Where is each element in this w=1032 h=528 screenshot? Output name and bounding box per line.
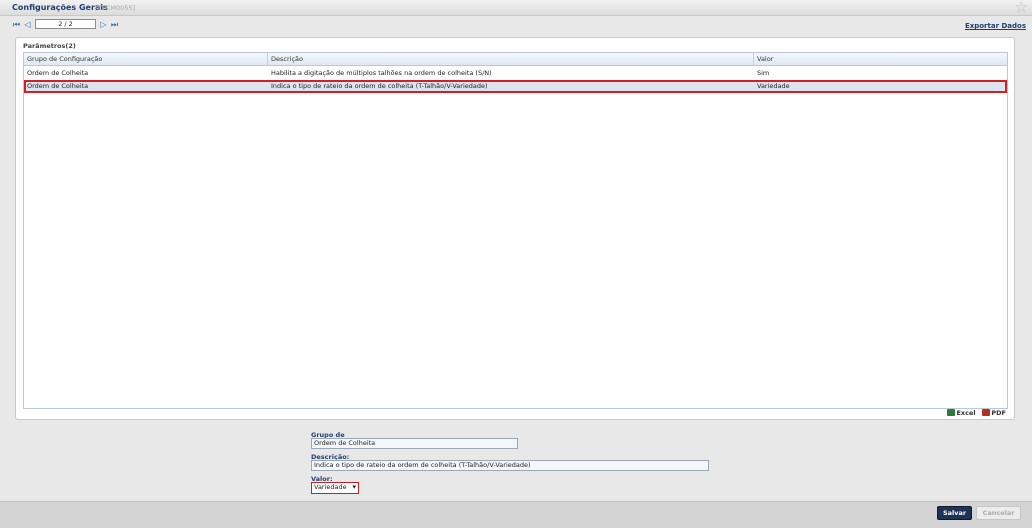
cancel-button[interactable]: Cancelar [976, 506, 1021, 520]
column-header-group[interactable]: Grupo de Configuração [24, 53, 268, 66]
first-page-icon[interactable]: ⏮ [12, 20, 21, 29]
export-data-link[interactable]: Exportar Dados [965, 22, 1026, 30]
column-header-value[interactable]: Valor [754, 53, 1007, 66]
title-bar: Configurações Gerais [CFCM0055] ☆ [0, 0, 1032, 16]
value-select-text: Variedade [314, 483, 347, 491]
action-bar: Salvar Cancelar [0, 501, 1032, 528]
description-field[interactable]: Indica o tipo de rateio da ordem de colh… [311, 460, 709, 471]
star-icon[interactable]: ☆ [1015, 0, 1028, 15]
export-excel-label: Excel [956, 409, 976, 417]
grid-export-links: Excel PDF [947, 409, 1006, 417]
parameters-grid: Grupo de Configuração Descrição Valor Or… [23, 52, 1008, 409]
column-header-description[interactable]: Descrição [268, 53, 754, 66]
record-navigator: ⏮ ◁ ▷ ⏭ [0, 16, 1032, 34]
screen-code: [CFCM0055] [95, 4, 136, 12]
prev-page-icon[interactable]: ◁ [23, 20, 32, 29]
cell-group: Ordem de Colheita [27, 82, 89, 90]
cell-group: Ordem de Colheita [27, 69, 89, 77]
table-row[interactable]: Ordem de Colheita Habilita a digitação d… [24, 67, 1007, 80]
export-pdf-button[interactable]: PDF [982, 409, 1006, 417]
window-title: Configurações Gerais [12, 3, 108, 12]
cell-value: Variedade [757, 82, 790, 90]
table-row-selected[interactable]: Ordem de Colheita Indica o tipo de ratei… [24, 80, 1007, 93]
group-field[interactable]: Ordem de Colheita [311, 438, 518, 449]
excel-icon [947, 409, 956, 416]
cell-value: Sim [757, 69, 770, 77]
cell-description: Habilita a digitação de múltiplos talhõe… [271, 69, 492, 77]
save-button[interactable]: Salvar [937, 506, 972, 520]
parameters-panel: Parâmetros(2) Grupo de Configuração Desc… [15, 37, 1015, 420]
last-page-icon[interactable]: ⏭ [110, 20, 119, 29]
export-pdf-label: PDF [991, 409, 1006, 417]
value-select[interactable]: Variedade ▾ [311, 482, 359, 494]
pdf-icon [982, 409, 991, 416]
page-indicator-input[interactable]: 2 / 2 [35, 19, 96, 29]
export-excel-button[interactable]: Excel [947, 409, 976, 417]
cell-description: Indica o tipo de rateio da ordem de colh… [271, 82, 488, 90]
chevron-down-icon: ▾ [352, 483, 356, 491]
next-page-icon[interactable]: ▷ [99, 20, 108, 29]
parameters-label: Parâmetros(2) [23, 42, 76, 50]
grid-header: Grupo de Configuração Descrição Valor [24, 53, 1007, 66]
